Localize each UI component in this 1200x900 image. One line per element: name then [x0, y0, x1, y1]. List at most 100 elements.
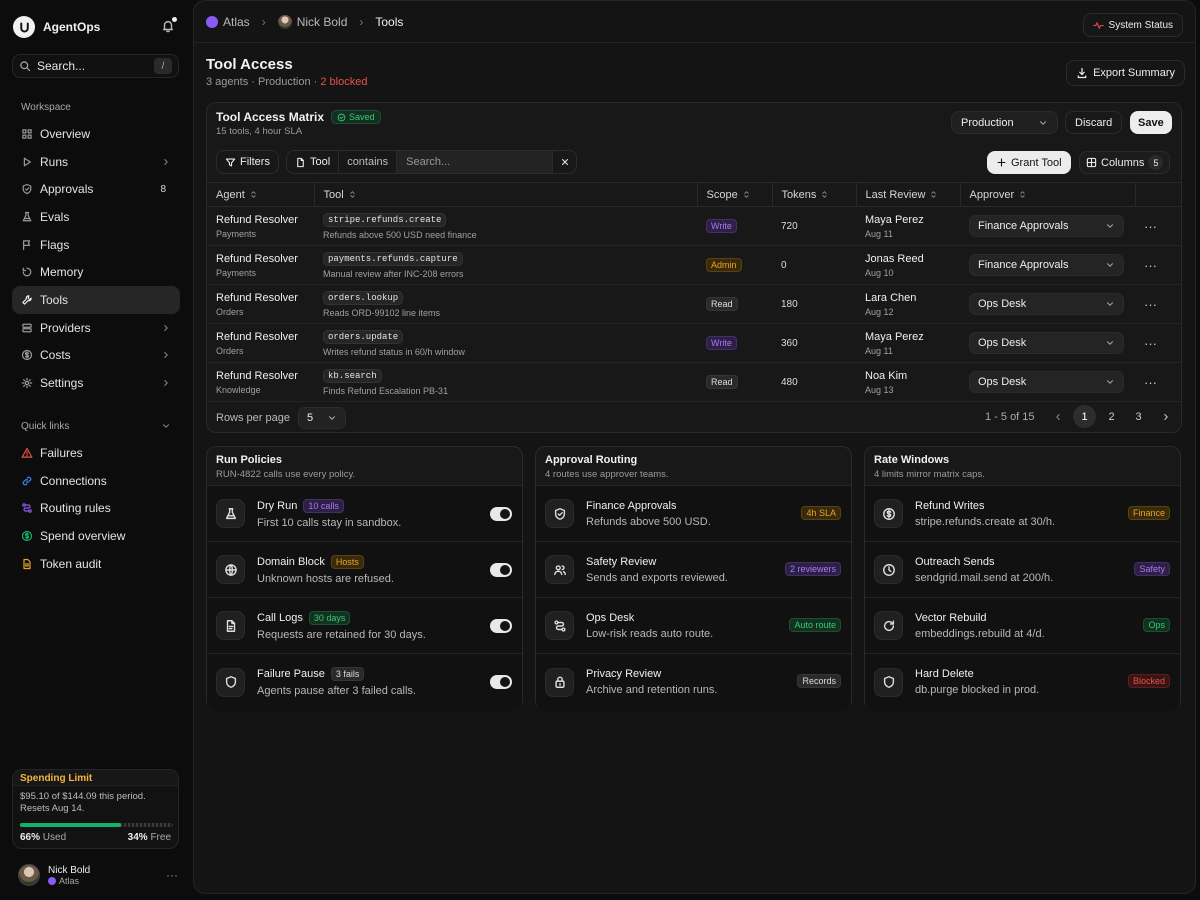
item-name: Failure Pause [257, 668, 325, 680]
column-header-agent[interactable]: Agent [207, 182, 315, 207]
column-header-tool[interactable]: Tool [314, 182, 698, 207]
policie-item-call-logs[interactable]: Call Logs 30 days Requests are retained fo… [207, 598, 522, 654]
export-summary-button[interactable]: Export Summary [1066, 60, 1185, 86]
more-icon[interactable]: ··· [1144, 375, 1157, 390]
routing-item-privacy-review[interactable]: Privacy Review Archive and retention runs… [536, 654, 851, 710]
breadcrumb-user[interactable]: Nick Bold [277, 14, 347, 29]
table-row[interactable]: Refund Resolver Orders orders.lookup Reads … [207, 284, 1181, 324]
column-header-scope[interactable]: Scope [697, 182, 773, 207]
next-page-button[interactable] [1154, 405, 1177, 428]
column-header-approver[interactable]: Approver [960, 182, 1136, 207]
sidebar-item-flags[interactable]: Flags [12, 231, 180, 259]
route-icon [22, 503, 32, 514]
rate-item-refund-writes[interactable]: Refund Writes stripe.refunds.create at 30… [865, 486, 1180, 542]
page-button-2[interactable]: 2 [1100, 405, 1123, 428]
filter-field-label: Tool [310, 156, 331, 168]
approver-select[interactable]: Finance Approvals [969, 254, 1124, 276]
filter-field[interactable]: Tool [287, 151, 340, 173]
sidebar-item-providers[interactable]: Providers [12, 314, 180, 342]
tool-id: payments.refunds.capture [323, 251, 463, 266]
page-button-1[interactable]: 1 [1073, 405, 1096, 428]
column-header-last-review[interactable]: Last Review [856, 182, 961, 207]
user-menu[interactable]: Nick Bold Atlas ··· [18, 862, 178, 888]
columns-button[interactable]: Columns 5 [1079, 151, 1171, 174]
chevron-down-icon [1107, 224, 1113, 228]
environment-select[interactable]: Production [951, 111, 1058, 134]
table-row[interactable]: Refund Resolver Payments payments.refunds.… [207, 245, 1181, 285]
rate-item-hard-delete[interactable]: Hard Delete db.purge blocked in prod. Bloc… [865, 654, 1180, 710]
approver-value: Finance Approvals [978, 259, 1069, 271]
filters-button[interactable]: Filters [216, 150, 279, 174]
sidebar-item-approvals[interactable]: Approvals 8 [12, 175, 180, 203]
quick-link-token-audit[interactable]: Token audit [12, 550, 180, 578]
sidebar-item-memory[interactable]: Memory [12, 258, 180, 286]
column-header-tokens[interactable]: Tokens [772, 182, 857, 207]
filter-search-input[interactable]: Search... [397, 151, 554, 173]
reviewer-name: Jonas Reed [865, 252, 924, 265]
user-org: Atlas [48, 876, 90, 886]
table-header-row: Agent Tool Scope Tokens Last Review Approver [207, 182, 1181, 207]
sort-icon [822, 191, 827, 198]
approver-select[interactable]: Finance Approvals [969, 215, 1124, 237]
page-button-3[interactable]: 3 [1127, 405, 1150, 428]
approver-value: Ops Desk [978, 376, 1027, 388]
routing-item-finance-approvals[interactable]: Finance Approvals Refunds above 500 USD. 4… [536, 486, 851, 542]
scope-cell: Write [697, 206, 772, 246]
sidebar-item-overview[interactable]: Overview [12, 120, 180, 148]
quick-link-failures[interactable]: Failures [12, 439, 180, 467]
save-button[interactable]: Save [1130, 111, 1172, 134]
table-row[interactable]: Refund Resolver Payments stripe.refunds.cr… [207, 206, 1181, 246]
prev-page-button[interactable] [1046, 405, 1069, 428]
more-icon[interactable]: ··· [1144, 258, 1157, 273]
discard-button[interactable]: Discard [1065, 111, 1123, 134]
sidebar-item-settings[interactable]: Settings [12, 369, 180, 397]
table-row[interactable]: Refund Resolver Orders orders.update Writes… [207, 323, 1181, 363]
breadcrumb-org[interactable]: Atlas [206, 15, 250, 29]
more-icon[interactable]: ··· [1144, 336, 1157, 351]
rate-item-vector-rebuild[interactable]: Vector Rebuild embeddings.rebuild at 4/d.… [865, 598, 1180, 654]
quick-link-connections[interactable]: Connections [12, 467, 180, 495]
system-status-button[interactable]: System Status [1082, 13, 1183, 37]
quick-link-routing-rules[interactable]: Routing rules [12, 494, 180, 522]
more-icon[interactable]: ··· [166, 868, 178, 882]
approver-select[interactable]: Ops Desk [969, 293, 1124, 315]
filter-operator[interactable]: contains [339, 151, 398, 173]
approver-select[interactable]: Ops Desk [969, 332, 1124, 354]
sidebar-item-costs[interactable]: Costs [12, 342, 180, 370]
brand[interactable]: AgentOps [13, 16, 100, 38]
table-body: Refund Resolver Payments stripe.refunds.cr… [207, 206, 1181, 402]
policy-toggle[interactable] [490, 619, 512, 633]
sidebar-search[interactable]: Search... / [12, 54, 179, 78]
sort-icon [931, 191, 937, 198]
sidebar-item-label: Flags [40, 237, 70, 252]
chevron-down-icon [1107, 263, 1113, 267]
sidebar-item-evals[interactable]: Evals [12, 203, 180, 231]
grant-tool-button[interactable]: Grant Tool [987, 151, 1071, 174]
rate-item-outreach-sends[interactable]: Outreach Sends sendgrid.mail.send at 200/… [865, 542, 1180, 598]
column-header-label: Last Review [865, 188, 926, 201]
policie-item-domain-block[interactable]: Domain Block Hosts Unknown hosts are refus… [207, 542, 522, 598]
approver-select[interactable]: Ops Desk [969, 371, 1124, 393]
more-icon[interactable]: ··· [1144, 297, 1157, 312]
clear-filter-button[interactable] [553, 151, 576, 173]
actions-cell: ··· [1135, 206, 1181, 246]
routing-item-ops-desk[interactable]: Ops Desk Low-risk reads auto route. Auto r… [536, 598, 851, 654]
search-input[interactable]: Search... [37, 59, 148, 73]
sidebar-item-runs[interactable]: Runs [12, 148, 180, 176]
more-icon[interactable]: ··· [1144, 219, 1157, 234]
rows-per-page-select[interactable]: 5 [298, 406, 346, 429]
policie-item-failure-pause[interactable]: Failure Pause 3 fails Agents pause after 3… [207, 654, 522, 710]
sidebar-item-tools[interactable]: Tools [12, 286, 180, 314]
item-icon-box [216, 499, 245, 528]
quick-link-spend-overview[interactable]: Spend overview [12, 522, 180, 550]
policy-toggle[interactable] [490, 563, 512, 577]
matrix-title: Tool Access Matrix Saved [216, 110, 381, 124]
policy-toggle[interactable] [490, 507, 512, 521]
quick-links-heading[interactable]: Quick links [21, 421, 171, 432]
table-row[interactable]: Refund Resolver Knowledge kb.search Finds R… [207, 362, 1181, 402]
rows-per-page-label: Rows per page [216, 411, 290, 424]
review-date: Aug 10 [865, 267, 894, 278]
policy-toggle[interactable] [490, 675, 512, 689]
policie-item-dry-run[interactable]: Dry Run 10 calls First 10 calls stay in sa… [207, 486, 522, 542]
routing-item-safety-review[interactable]: Safety Review Sends and exports reviewed.… [536, 542, 851, 598]
